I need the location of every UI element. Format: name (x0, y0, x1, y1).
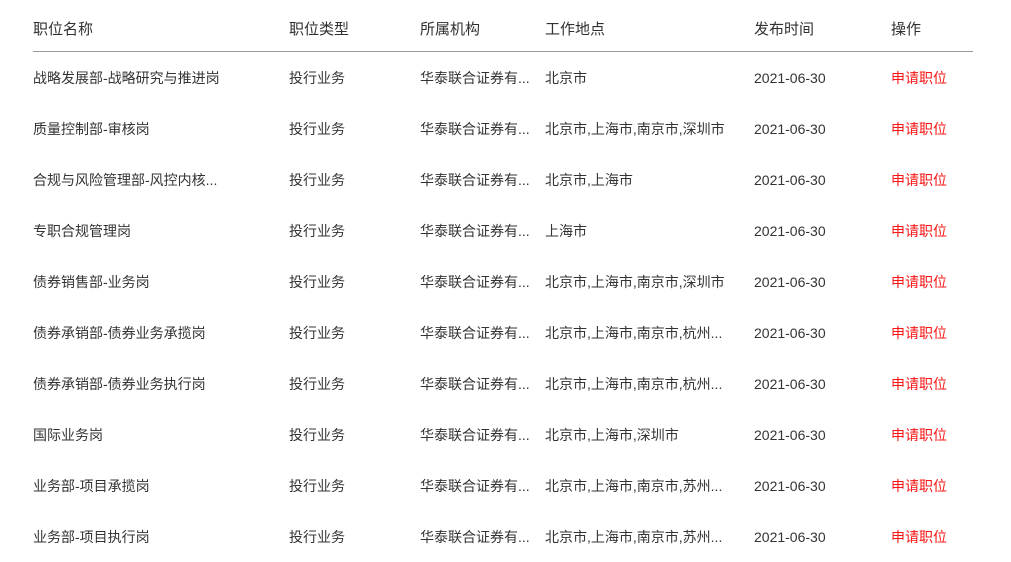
cell-organization: 华泰联合证券有... (420, 274, 530, 290)
cell-publish-date: 2021-06-30 (754, 427, 826, 443)
cell-job-type: 投行业务 (289, 274, 345, 290)
cell-publish-date: 2021-06-30 (754, 121, 826, 137)
column-header-organization: 所属机构 (420, 21, 481, 38)
cell-work-location: 北京市,上海市,南京市,苏州... (545, 478, 723, 494)
cell-work-location: 北京市,上海市,南京市,杭州... (545, 376, 723, 392)
apply-job-link[interactable]: 申请职位 (891, 171, 971, 190)
column-header-work-location: 工作地点 (545, 21, 606, 38)
cell-job-title: 专职合规管理岗 (33, 223, 131, 239)
cell-publish-date: 2021-06-30 (754, 172, 826, 188)
cell-work-location: 北京市,上海市,南京市,杭州... (545, 325, 723, 341)
cell-publish-date: 2021-06-30 (754, 529, 826, 545)
cell-organization: 华泰联合证券有... (420, 376, 530, 392)
apply-job-link[interactable]: 申请职位 (891, 426, 971, 445)
cell-job-type: 投行业务 (289, 427, 345, 443)
cell-organization: 华泰联合证券有... (420, 172, 530, 188)
cell-work-location: 北京市,上海市,南京市,深圳市 (545, 121, 725, 137)
cell-job-type: 投行业务 (289, 70, 345, 86)
cell-organization: 华泰联合证券有... (420, 325, 530, 341)
table-row[interactable]: 业务部-项目承揽岗 投行业务 华泰联合证券有... 北京市,上海市,南京市,苏州...… (0, 460, 1011, 511)
cell-job-title: 债券承销部-债券业务执行岗 (33, 376, 206, 392)
cell-job-title: 合规与风险管理部-风控内核... (33, 172, 218, 188)
table-row[interactable]: 合规与风险管理部-风控内核... 投行业务 华泰联合证券有... 北京市,上海市 202… (0, 154, 1011, 205)
apply-job-link[interactable]: 申请职位 (891, 120, 971, 139)
apply-job-link[interactable]: 申请职位 (891, 222, 971, 241)
cell-job-type: 投行业务 (289, 376, 345, 392)
cell-job-type: 投行业务 (289, 172, 345, 188)
cell-job-type: 投行业务 (289, 325, 345, 341)
apply-job-link[interactable]: 申请职位 (891, 324, 971, 343)
table-row[interactable]: 债券销售部-业务岗 投行业务 华泰联合证券有... 北京市,上海市,南京市,深圳市 20… (0, 256, 1011, 307)
cell-publish-date: 2021-06-30 (754, 223, 826, 239)
cell-organization: 华泰联合证券有... (420, 427, 530, 443)
cell-job-type: 投行业务 (289, 529, 345, 545)
cell-job-title: 国际业务岗 (33, 427, 103, 443)
cell-work-location: 北京市,上海市,南京市,苏州... (545, 529, 723, 545)
table-row[interactable]: 债券承销部-债券业务承揽岗 投行业务 华泰联合证券有... 北京市,上海市,南京市,杭… (0, 307, 1011, 358)
apply-job-link[interactable]: 申请职位 (891, 273, 971, 292)
cell-organization: 华泰联合证券有... (420, 70, 530, 86)
table-row[interactable]: 国际业务岗 投行业务 华泰联合证券有... 北京市,上海市,深圳市 2021-06-30… (0, 409, 1011, 460)
job-listing-table: 职位名称 职位类型 所属机构 工作地点 发布时间 操作 战略发展部-战略研究与推… (0, 0, 1011, 547)
cell-work-location: 上海市 (545, 223, 587, 239)
apply-job-link[interactable]: 申请职位 (891, 528, 971, 547)
column-header-publish-date: 发布时间 (754, 21, 815, 38)
cell-work-location: 北京市 (545, 70, 587, 86)
cell-job-title: 债券销售部-业务岗 (33, 274, 150, 290)
table-header-row: 职位名称 职位类型 所属机构 工作地点 发布时间 操作 (0, 0, 1011, 52)
cell-work-location: 北京市,上海市,南京市,深圳市 (545, 274, 725, 290)
column-header-job-type: 职位类型 (289, 21, 350, 38)
table-row[interactable]: 业务部-项目执行岗 投行业务 华泰联合证券有... 北京市,上海市,南京市,苏州...… (0, 511, 1011, 562)
cell-publish-date: 2021-06-30 (754, 376, 826, 392)
cell-job-title: 债券承销部-债券业务承揽岗 (33, 325, 206, 341)
cell-job-type: 投行业务 (289, 223, 345, 239)
cell-organization: 华泰联合证券有... (420, 223, 530, 239)
cell-job-title: 业务部-项目执行岗 (33, 529, 150, 545)
cell-publish-date: 2021-06-30 (754, 70, 826, 86)
cell-job-type: 投行业务 (289, 121, 345, 137)
cell-job-title: 业务部-项目承揽岗 (33, 478, 150, 494)
table-row[interactable]: 质量控制部-审核岗 投行业务 华泰联合证券有... 北京市,上海市,南京市,深圳市 20… (0, 103, 1011, 154)
cell-job-title: 质量控制部-审核岗 (33, 121, 150, 137)
apply-job-link[interactable]: 申请职位 (891, 375, 971, 394)
cell-organization: 华泰联合证券有... (420, 478, 530, 494)
cell-job-type: 投行业务 (289, 478, 345, 494)
cell-organization: 华泰联合证券有... (420, 529, 530, 545)
cell-work-location: 北京市,上海市,深圳市 (545, 427, 679, 443)
apply-job-link[interactable]: 申请职位 (891, 477, 971, 496)
cell-organization: 华泰联合证券有... (420, 121, 530, 137)
table-row[interactable]: 战略发展部-战略研究与推进岗 投行业务 华泰联合证券有... 北京市 2021-06-3… (0, 52, 1011, 103)
cell-job-title: 战略发展部-战略研究与推进岗 (33, 70, 220, 86)
cell-publish-date: 2021-06-30 (754, 478, 826, 494)
apply-job-link[interactable]: 申请职位 (891, 69, 971, 88)
table-row[interactable]: 债券承销部-债券业务执行岗 投行业务 华泰联合证券有... 北京市,上海市,南京市,杭… (0, 358, 1011, 409)
cell-work-location: 北京市,上海市 (545, 172, 633, 188)
column-header-action: 操作 (891, 21, 922, 38)
table-row[interactable]: 专职合规管理岗 投行业务 华泰联合证券有... 上海市 2021-06-30 申请职位 (0, 205, 1011, 256)
cell-publish-date: 2021-06-30 (754, 274, 826, 290)
table-body: 战略发展部-战略研究与推进岗 投行业务 华泰联合证券有... 北京市 2021-06-3… (0, 52, 1011, 562)
column-header-job-title: 职位名称 (33, 21, 94, 38)
cell-publish-date: 2021-06-30 (754, 325, 826, 341)
